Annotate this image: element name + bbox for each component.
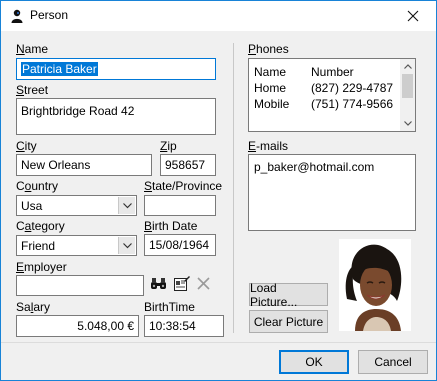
employer-label: Employer xyxy=(16,260,67,274)
person-dialog: Person Name Patricia Baker Street Bright… xyxy=(0,0,437,381)
chevron-down-icon xyxy=(403,121,412,126)
binoculars-icon[interactable] xyxy=(150,276,167,292)
name-value: Patricia Baker xyxy=(21,62,98,76)
category-value: Friend xyxy=(21,239,56,253)
salary-input[interactable]: 5.048,00 € xyxy=(16,315,139,337)
city-value: New Orleans xyxy=(21,158,91,172)
category-select[interactable]: Friend xyxy=(16,235,137,256)
phone-number: (827) 229-4787 xyxy=(311,81,394,95)
salary-value: 5.048,00 € xyxy=(77,319,134,333)
street-label: Street xyxy=(16,83,49,97)
footer-divider xyxy=(1,342,436,343)
title-bar: Person xyxy=(1,1,436,31)
scroll-down-button[interactable] xyxy=(400,116,415,131)
salary-label: Salary xyxy=(16,300,51,314)
phone-number: (751) 774-9566 xyxy=(311,97,394,111)
zip-label: Zip xyxy=(160,139,177,153)
state-label: State/Province xyxy=(144,179,223,193)
country-label: Country xyxy=(16,179,59,193)
dialog-content: Name Patricia Baker Street Brightbridge … xyxy=(1,31,436,380)
chevron-down-icon xyxy=(122,202,132,208)
clear-picture-label: Clear Picture xyxy=(253,314,324,329)
contact-photo xyxy=(339,239,411,331)
birth-date-label: Birth Date xyxy=(144,219,198,233)
birth-date-input[interactable]: 15/08/1964 xyxy=(144,234,216,256)
name-label: Name xyxy=(16,42,49,56)
close-button[interactable] xyxy=(390,1,436,31)
country-select[interactable]: Usa xyxy=(16,195,137,216)
clear-x-icon[interactable] xyxy=(197,277,210,290)
country-dropdown-button[interactable] xyxy=(118,197,135,214)
zip-value: 958657 xyxy=(165,158,206,172)
ok-label: OK xyxy=(305,355,323,369)
name-input[interactable]: Patricia Baker xyxy=(16,58,216,80)
city-input[interactable]: New Orleans xyxy=(16,154,152,176)
chevron-up-icon xyxy=(403,64,412,69)
scroll-thumb[interactable] xyxy=(402,74,413,98)
phones-header-number: Number xyxy=(311,65,354,79)
category-label: Category xyxy=(16,219,65,233)
birth-time-label: BirthTime xyxy=(144,300,195,314)
phones-scrollbar[interactable] xyxy=(400,59,415,131)
phone-name: Mobile xyxy=(254,97,290,111)
street-value: Brightbridge Road 42 xyxy=(21,104,135,118)
birth-date-value: 15/08/1964 xyxy=(149,238,210,252)
emails-label: E-mails xyxy=(248,139,289,153)
phone-name: Home xyxy=(254,81,287,95)
city-label: City xyxy=(16,139,37,153)
load-picture-label: Load Picture... xyxy=(250,280,298,309)
column-separator xyxy=(233,43,234,333)
birth-time-value: 10:38:54 xyxy=(149,319,196,333)
country-value: Usa xyxy=(21,199,43,213)
load-picture-button[interactable]: Load Picture... xyxy=(249,280,328,309)
phones-header-name: Name xyxy=(254,65,287,79)
street-input[interactable]: Brightbridge Road 42 xyxy=(16,98,216,135)
zip-input[interactable]: 958657 xyxy=(160,154,216,176)
cancel-button[interactable]: Cancel xyxy=(358,350,428,374)
cancel-label: Cancel xyxy=(374,355,412,369)
chevron-down-icon xyxy=(122,242,132,248)
person-silhouette-icon xyxy=(11,9,23,23)
emails-list[interactable]: p_baker@hotmail.com xyxy=(248,154,416,231)
category-dropdown-button[interactable] xyxy=(118,237,135,254)
scroll-up-button[interactable] xyxy=(400,59,415,74)
state-input[interactable] xyxy=(144,195,216,216)
employer-input[interactable] xyxy=(16,275,144,296)
edit-record-icon[interactable] xyxy=(173,275,191,293)
list-item[interactable]: p_baker@hotmail.com xyxy=(254,160,374,174)
window-title: Person xyxy=(30,8,69,22)
close-icon xyxy=(407,10,419,22)
phones-list[interactable]: Name Number Home (827) 229-4787 Mobile (… xyxy=(248,58,416,132)
phones-label: Phones xyxy=(248,42,289,56)
clear-picture-button[interactable]: Clear Picture xyxy=(249,310,328,333)
ok-button[interactable]: OK xyxy=(279,350,349,374)
birth-time-input[interactable]: 10:38:54 xyxy=(144,315,224,337)
